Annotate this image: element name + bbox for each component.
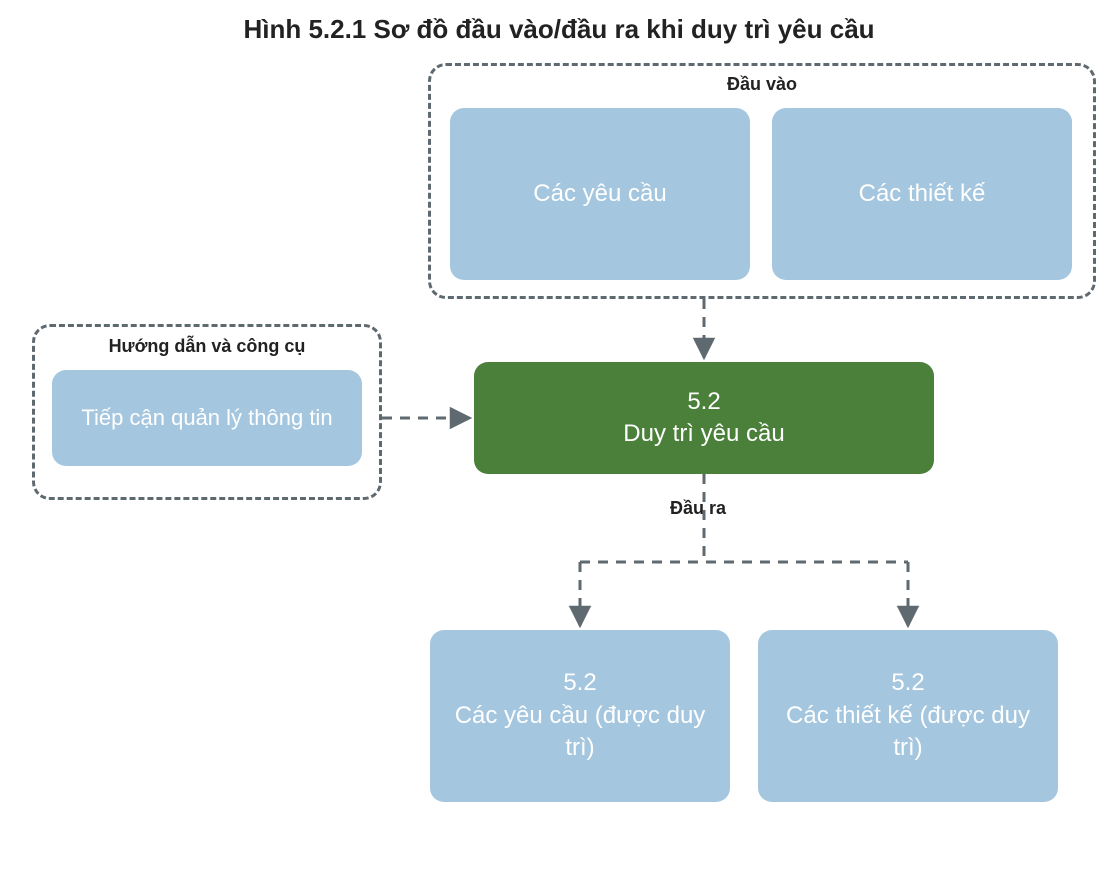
inputs-group-label: Đầu vào	[428, 74, 1096, 95]
input-designs-text: Các thiết kế	[859, 178, 986, 210]
output-requirements-box: 5.2 Các yêu cầu (được duy trì)	[430, 630, 730, 802]
input-designs-box: Các thiết kế	[772, 108, 1072, 280]
output-designs-text: 5.2 Các thiết kế (được duy trì)	[772, 667, 1044, 764]
output-designs-box: 5.2 Các thiết kế (được duy trì)	[758, 630, 1058, 802]
diagram-canvas: Hình 5.2.1 Sơ đồ đầu vào/đầu ra khi duy …	[0, 0, 1118, 870]
input-requirements-box: Các yêu cầu	[450, 108, 750, 280]
output-requirements-text: 5.2 Các yêu cầu (được duy trì)	[444, 667, 716, 764]
outputs-label: Đầu ra	[670, 498, 726, 519]
guides-group-label: Hướng dẫn và công cụ	[32, 336, 382, 357]
guide-info-mgmt-text: Tiếp cận quản lý thông tin	[81, 403, 332, 433]
input-requirements-text: Các yêu cầu	[533, 178, 666, 210]
diagram-title: Hình 5.2.1 Sơ đồ đầu vào/đầu ra khi duy …	[0, 14, 1118, 45]
guide-info-mgmt-box: Tiếp cận quản lý thông tin	[52, 370, 362, 466]
center-process-text: 5.2 Duy trì yêu cầu	[623, 386, 784, 451]
center-process-box: 5.2 Duy trì yêu cầu	[474, 362, 934, 474]
